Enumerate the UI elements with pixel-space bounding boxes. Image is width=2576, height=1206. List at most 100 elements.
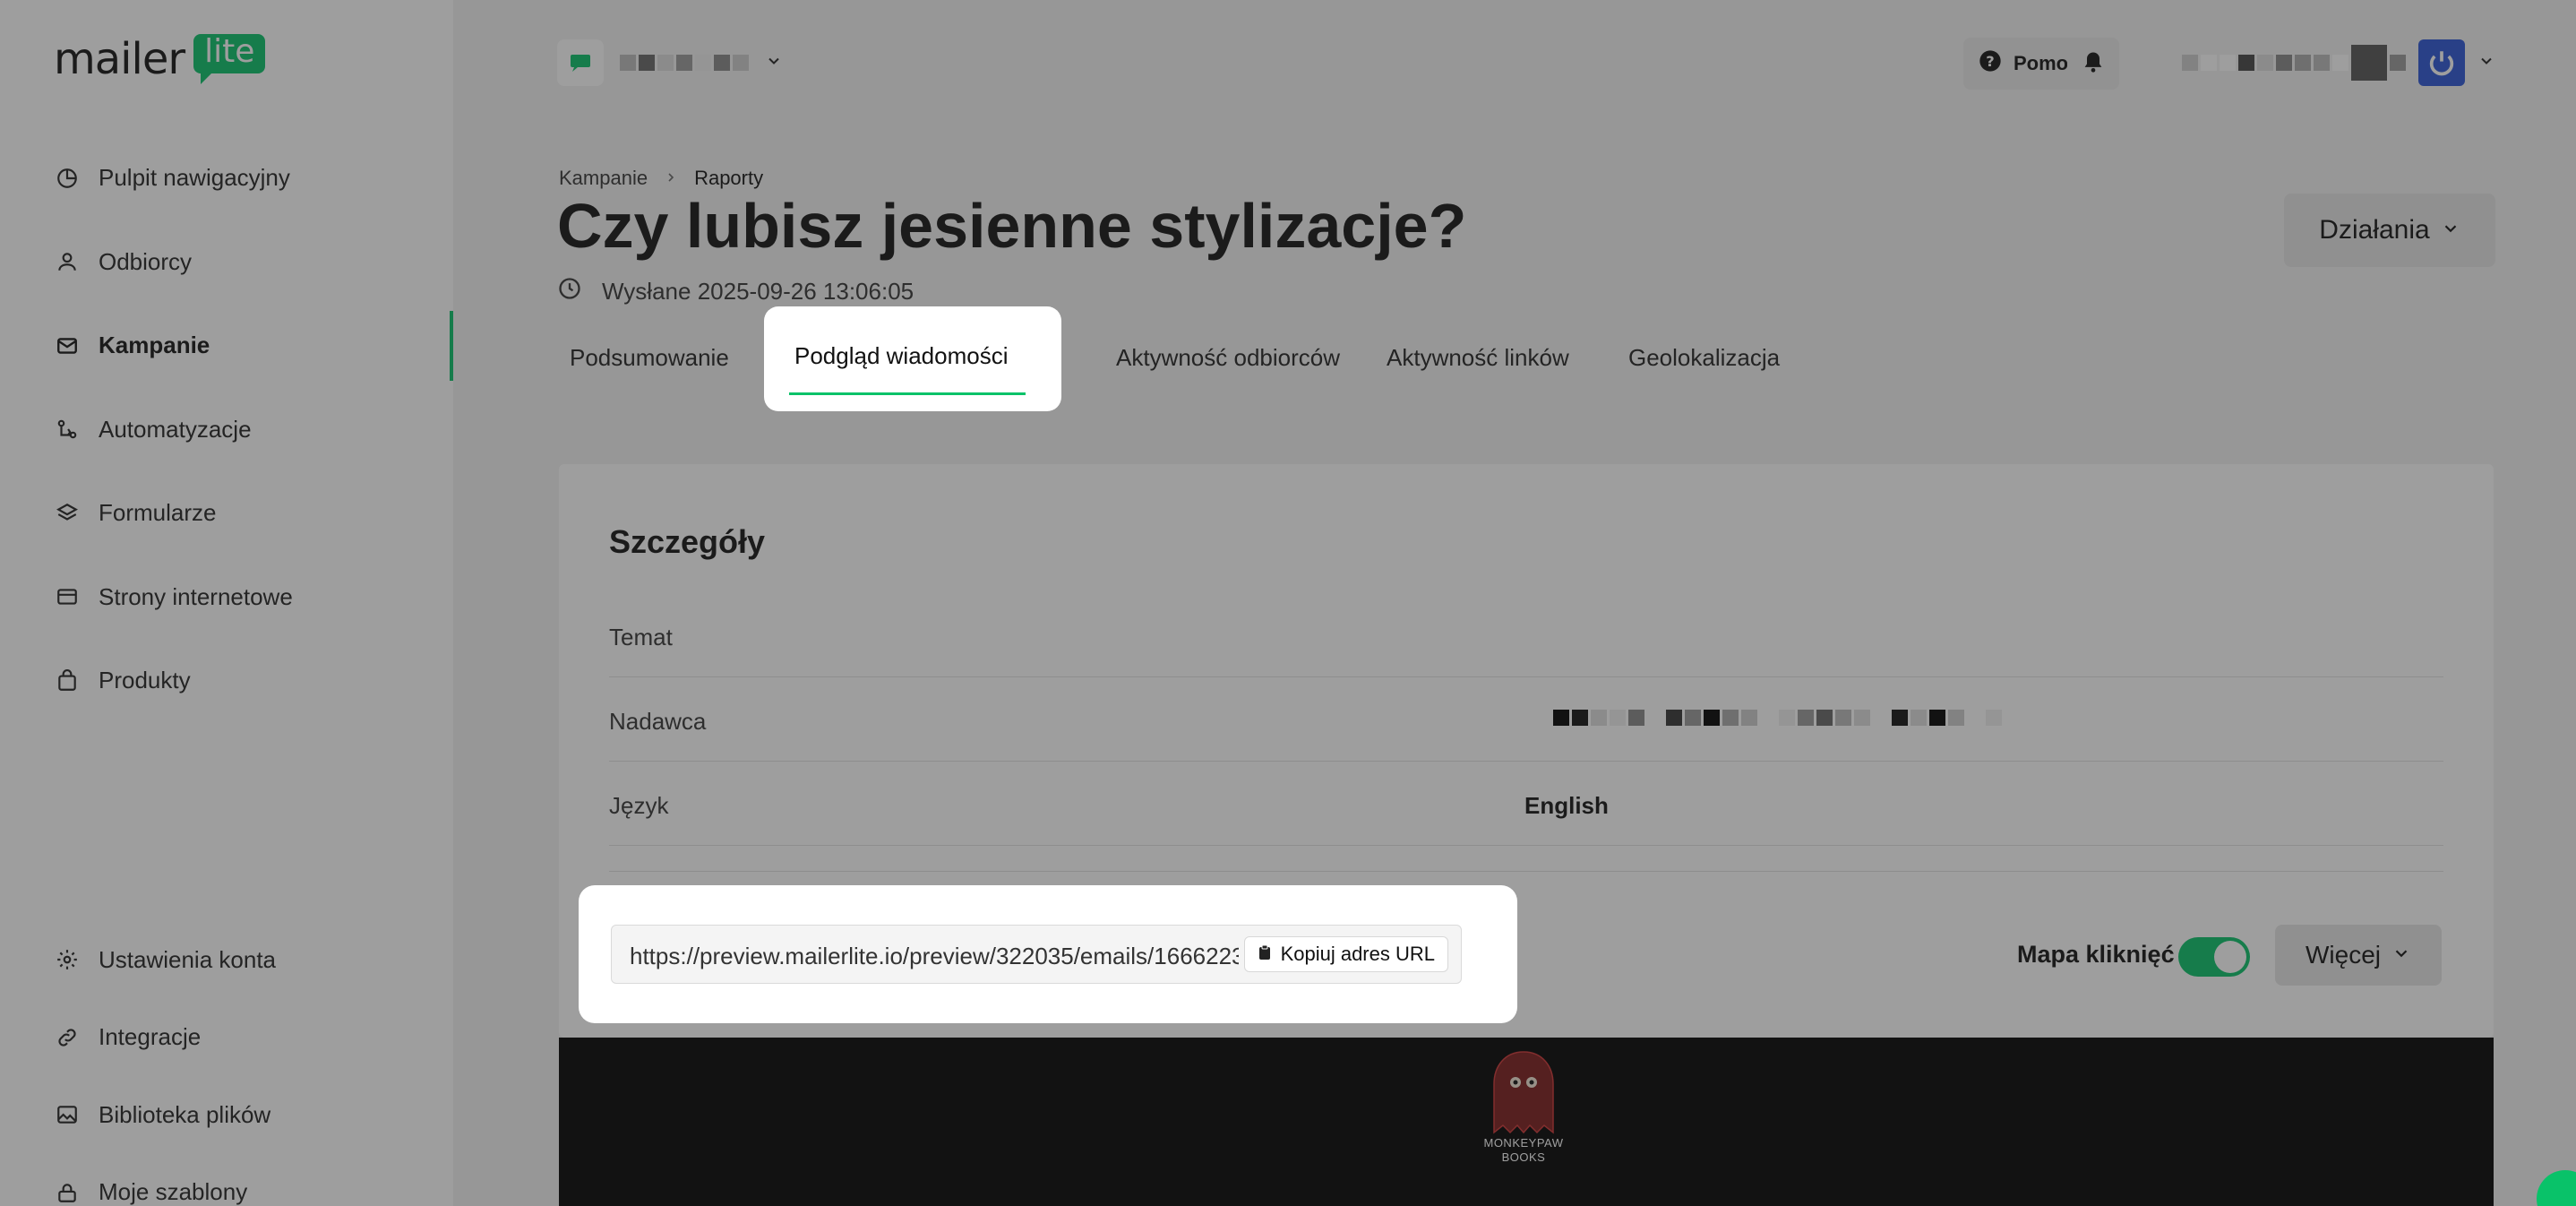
chevron-down-icon	[2441, 215, 2460, 246]
sidebar-item-file-library[interactable]: Biblioteka plików	[0, 1076, 453, 1154]
sidebar-item-websites[interactable]: Strony internetowe	[0, 556, 453, 640]
mailerlite-logo[interactable]: mailer lite	[54, 34, 266, 84]
main-content: ? Pomoc Kampanie Raporty Czy lubisz jesi…	[453, 0, 2576, 1206]
actions-dropdown-button[interactable]: Działania	[2284, 194, 2495, 267]
account-flag-icon	[557, 39, 604, 86]
chevron-down-icon	[765, 52, 783, 74]
logo-badge: lite	[193, 34, 266, 84]
email-brand-line2: BOOKS	[1501, 1150, 1546, 1165]
ghost-icon	[1493, 1051, 1554, 1134]
active-tab-underline	[789, 392, 1026, 395]
lock-icon	[54, 1179, 81, 1206]
sidebar-item-subscribers[interactable]: Odbiorcy	[0, 220, 453, 305]
topbar: ? Pomoc	[453, 0, 2576, 125]
email-brand-line1: MONKEYPAW	[1483, 1136, 1564, 1150]
bell-icon	[2081, 49, 2106, 79]
chevron-down-icon	[2477, 52, 2495, 74]
user-menu[interactable]	[2182, 39, 2495, 86]
click-map-label: Mapa kliknięć	[2017, 941, 2175, 968]
sidebar-item-forms[interactable]: Formularze	[0, 471, 453, 556]
copy-url-label: Kopiuj adres URL	[1280, 943, 1435, 965]
email-brand-logo: MONKEYPAW BOOKS	[1456, 1050, 1591, 1166]
detail-row-sender: Nadawca	[609, 677, 2443, 762]
page-title: Czy lubisz jesienne stylizacje?	[557, 191, 1467, 261]
primary-nav: Pulpit nawigacyjny Odbiorcy Kampanie Aut…	[0, 136, 453, 723]
chevron-right-icon	[664, 167, 678, 190]
sidebar-item-account-settings[interactable]: Ustawienia konta	[0, 921, 453, 999]
sender-redacted	[1553, 710, 2002, 726]
email-brand-name: MONKEYPAW BOOKS	[1483, 1136, 1563, 1166]
link-icon	[54, 1024, 81, 1051]
website-icon	[54, 583, 81, 610]
preview-url-text: https://preview.mailerlite.io/preview/32…	[630, 943, 1239, 969]
shopping-bag-icon	[54, 668, 81, 694]
chevron-down-icon	[2391, 941, 2411, 969]
sidebar-item-label: Kampanie	[99, 332, 210, 359]
sidebar-item-label: Automatyzacje	[99, 415, 252, 443]
more-label: Więcej	[2305, 941, 2381, 969]
sidebar-item-label: Strony internetowe	[99, 582, 293, 610]
tab-geolocation[interactable]: Geolokalizacja	[1628, 308, 1780, 407]
sidebar-item-label: Moje szablony	[99, 1178, 248, 1206]
user-name-redacted	[2182, 45, 2406, 81]
sidebar-item-label: Produkty	[99, 667, 191, 694]
avatar[interactable]	[2418, 39, 2465, 86]
more-dropdown-button[interactable]: Więcej	[2275, 925, 2442, 986]
sidebar: mailer lite Pulpit nawigacyjny Odbiorcy …	[0, 0, 453, 1206]
sidebar-item-products[interactable]: Produkty	[0, 639, 453, 723]
sidebar-item-label: Odbiorcy	[99, 247, 193, 275]
breadcrumb-parent[interactable]: Kampanie	[559, 167, 648, 190]
tab-link-activity[interactable]: Aktywność linków	[1387, 308, 1569, 407]
gear-icon	[54, 946, 81, 973]
toggle-knob	[2214, 941, 2246, 973]
sent-timestamp: Wysłane 2025-09-26 13:06:05	[557, 276, 914, 307]
tab-label: Aktywność odbiorców	[1116, 343, 1340, 371]
automation-icon	[54, 416, 81, 443]
dashboard-icon	[54, 165, 81, 192]
divider	[609, 871, 2443, 872]
sidebar-item-automations[interactable]: Automatyzacje	[0, 388, 453, 472]
click-map-toggle[interactable]	[2178, 937, 2250, 977]
account-name-redacted	[620, 55, 749, 71]
tab-label: Geolokalizacja	[1628, 343, 1781, 371]
logo-word: mailer	[54, 34, 185, 84]
account-switcher[interactable]	[557, 39, 783, 86]
tab-subscriber-activity[interactable]: Aktywność odbiorców	[1116, 308, 1340, 407]
tab-label: Podsumowanie	[570, 343, 729, 371]
detail-row-language: Język English	[609, 762, 2443, 846]
sidebar-item-dashboard[interactable]: Pulpit nawigacyjny	[0, 136, 453, 220]
mail-icon	[54, 332, 81, 359]
sidebar-item-integrations[interactable]: Integracje	[0, 999, 453, 1077]
sidebar-item-label: Integracje	[99, 1023, 202, 1051]
layers-icon	[54, 500, 81, 527]
breadcrumb: Kampanie Raporty	[559, 167, 763, 190]
detail-row-subject: Temat	[609, 593, 2443, 677]
tab-label: Aktywność linków	[1387, 343, 1569, 371]
breadcrumb-current: Raporty	[694, 167, 764, 189]
user-icon	[54, 248, 81, 275]
sidebar-item-campaigns[interactable]: Kampanie	[0, 304, 453, 388]
copy-url-button[interactable]: Kopiuj adres URL	[1243, 936, 1448, 972]
sidebar-item-label: Ustawienia konta	[99, 945, 276, 973]
notifications-button[interactable]	[2067, 38, 2119, 90]
details-title: Szczegóły	[609, 523, 766, 560]
detail-label: Temat	[609, 624, 673, 650]
highlight-tab-message-preview[interactable]: Podgląd wiadomości	[764, 306, 1061, 411]
email-preview: MONKEYPAW BOOKS	[559, 1038, 2494, 1206]
sent-label: Wysłane 2025-09-26 13:06:05	[602, 278, 914, 305]
svg-text:?: ?	[1986, 53, 1994, 70]
sidebar-item-my-templates[interactable]: Moje szablony	[0, 1154, 453, 1206]
secondary-nav: Ustawienia konta Integracje Biblioteka p…	[0, 921, 453, 1206]
clock-icon	[557, 276, 582, 307]
question-circle-icon: ?	[1978, 48, 2003, 79]
sidebar-item-label: Biblioteka plików	[99, 1100, 271, 1128]
clipboard-icon	[1258, 943, 1272, 966]
preview-url-field[interactable]: https://preview.mailerlite.io/preview/32…	[611, 925, 1462, 984]
sidebar-item-label: Pulpit nawigacyjny	[99, 164, 290, 192]
tab-summary[interactable]: Podsumowanie	[570, 308, 729, 407]
detail-label: Nadawca	[609, 708, 707, 735]
image-icon	[54, 1101, 81, 1128]
detail-label: Język	[609, 792, 669, 819]
sidebar-item-label: Formularze	[99, 499, 217, 527]
actions-label: Działania	[2319, 215, 2430, 245]
